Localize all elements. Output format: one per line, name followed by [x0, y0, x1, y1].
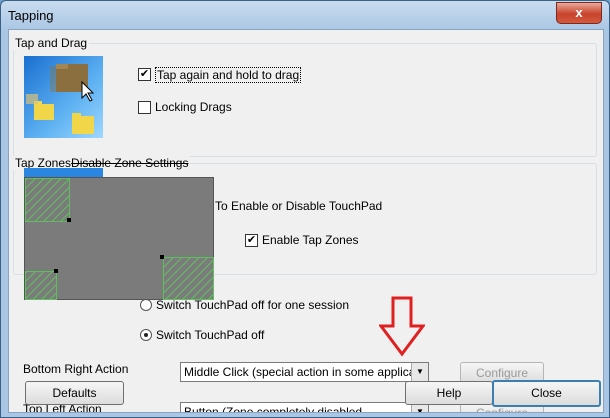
- bottom-left-zone[interactable]: [25, 271, 57, 300]
- down-arrow-icon: [378, 296, 426, 358]
- locking-drags-label[interactable]: Locking Drags: [155, 100, 232, 114]
- switch-off-radio[interactable]: [140, 329, 152, 341]
- bottom-right-zone[interactable]: [163, 257, 214, 300]
- zone-handle[interactable]: [54, 269, 58, 273]
- dialog-client-area: Tap and Drag ✔ Tap again and hold to dra…: [8, 29, 604, 413]
- enable-tap-zones-checkbox[interactable]: ✔: [245, 234, 258, 247]
- locking-drags-checkbox[interactable]: [138, 101, 151, 114]
- window-title: Tapping: [8, 8, 54, 23]
- enable-tap-zones-label[interactable]: Enable Tap Zones: [262, 233, 359, 247]
- folder-drag-icon: [24, 56, 103, 138]
- switch-off-session-label[interactable]: Switch TouchPad off for one session: [156, 298, 349, 312]
- zone-handle[interactable]: [67, 218, 71, 222]
- bottom-right-action-select[interactable]: Middle Click (special action in some app…: [180, 362, 429, 382]
- tap-again-label[interactable]: Tap again and hold to drag: [155, 67, 302, 83]
- tap-again-checkbox[interactable]: ✔: [138, 68, 151, 81]
- help-button[interactable]: Help: [405, 381, 493, 405]
- bottom-right-action-label: Bottom Right Action: [23, 362, 129, 376]
- zone-handle[interactable]: [160, 255, 164, 259]
- switch-off-session-radio[interactable]: [140, 299, 152, 311]
- window-close-button[interactable]: x: [556, 2, 602, 24]
- tap-and-drag-group-label: Tap and Drag: [13, 36, 90, 50]
- switch-off-label[interactable]: Switch TouchPad off: [156, 328, 264, 342]
- chevron-down-icon: ▼: [411, 363, 428, 381]
- top-left-action-select[interactable]: Button (Zone completely disabled ▼: [180, 402, 429, 412]
- tap-zones-blue-strip: [24, 168, 103, 177]
- close-button[interactable]: Close: [492, 380, 601, 407]
- tapping-dialog: Tapping x Tap and Drag ✔ Tap again and h…: [0, 0, 610, 418]
- tap-zone-editor[interactable]: [24, 177, 214, 300]
- enable-disable-touchpad-label: To Enable or Disable TouchPad: [215, 199, 383, 213]
- top-left-zone[interactable]: [25, 178, 70, 222]
- defaults-button[interactable]: Defaults: [25, 381, 124, 405]
